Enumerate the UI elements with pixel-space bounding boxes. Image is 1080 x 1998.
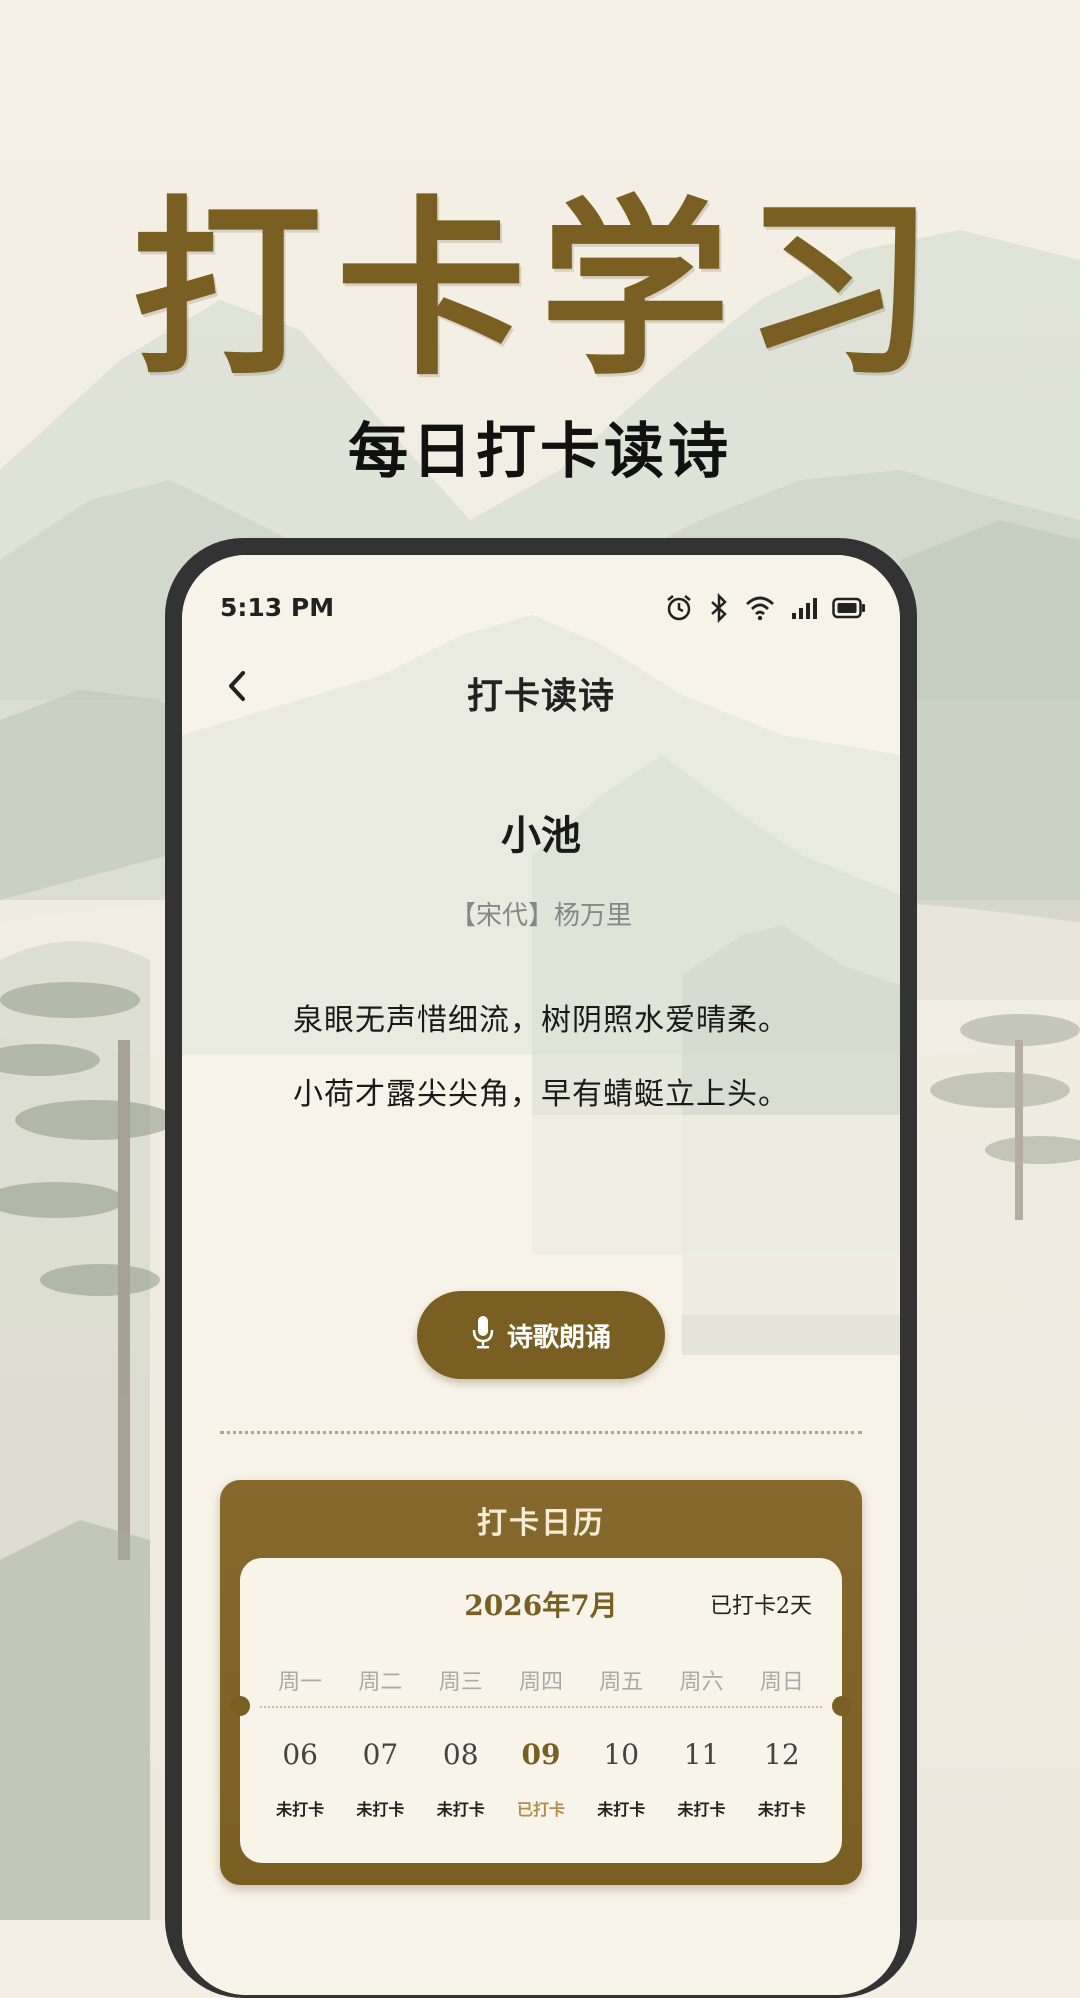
weekday-label: 周五 [599, 1670, 644, 1695]
alarm-icon [664, 593, 694, 627]
calendar-day[interactable]: 07 [340, 1738, 420, 1771]
battery-icon [832, 597, 866, 623]
nav-bar: 打卡读诗 [182, 655, 900, 725]
poem-author: 【宋代】杨万里 [449, 901, 632, 931]
phone-frame: 5:13 PM 打卡读诗 小池 【宋代】杨万里 泉眼无声惜细流，树阴照水爱晴柔。… [165, 538, 917, 1998]
calendar-day-today[interactable]: 09 [501, 1738, 581, 1771]
dotted-divider [220, 1431, 862, 1434]
day-status: 未打卡 [597, 1800, 646, 1819]
wifi-icon [744, 594, 776, 626]
day-status-checked: 已打卡 [516, 1800, 565, 1819]
poem-line: 小荷才露尖尖角，早有蜻蜓立上头。 [293, 1077, 789, 1112]
phone-screen: 5:13 PM 打卡读诗 小池 【宋代】杨万里 泉眼无声惜细流，树阴照水爱晴柔。… [182, 555, 900, 1995]
hero-subtitle: 每日打卡读诗 [348, 417, 732, 487]
status-row: 未打卡 未打卡 未打卡 已打卡 未打卡 未打卡 未打卡 [260, 1796, 822, 1820]
date-row: 06 07 08 09 10 11 12 [260, 1738, 822, 1771]
signal-icon [790, 595, 818, 625]
status-bar: 5:13 PM [182, 592, 900, 633]
weekday-row: 周一 周二 周三 周四 周五 周六 周日 [260, 1664, 822, 1696]
weekday-label: 周一 [278, 1670, 323, 1695]
bluetooth-icon [708, 592, 730, 627]
calendar-day[interactable]: 06 [260, 1738, 340, 1771]
checkin-calendar: 打卡日历 2026年7月 已打卡2天 周一 周二 周三 周四 周五 周六 周日 … [220, 1480, 862, 1885]
weekday-label: 周六 [679, 1670, 724, 1695]
recite-button[interactable]: 诗歌朗诵 [417, 1291, 665, 1379]
calendar-day[interactable]: 10 [581, 1738, 661, 1771]
hero-title: 打卡学习 [131, 178, 948, 401]
day-status: 未打卡 [436, 1800, 485, 1819]
calendar-panel: 2026年7月 已打卡2天 周一 周二 周三 周四 周五 周六 周日 06 07… [230, 1558, 852, 1863]
microphone-icon [471, 1314, 495, 1357]
calendar-separator [260, 1706, 822, 1708]
day-status: 未打卡 [356, 1800, 405, 1819]
poem-line: 泉眼无声惜细流，树阴照水爱晴柔。 [293, 1003, 789, 1038]
poem-title: 小池 [501, 812, 581, 859]
checkin-count: 已打卡2天 [710, 1594, 812, 1619]
calendar-header: 打卡日历 [477, 1506, 605, 1541]
day-status: 未打卡 [677, 1800, 726, 1819]
weekday-label: 周二 [358, 1670, 403, 1695]
weekday-label: 周日 [759, 1670, 804, 1695]
weekday-label: 周四 [518, 1670, 563, 1695]
calendar-day[interactable]: 08 [421, 1738, 501, 1771]
day-status: 未打卡 [276, 1800, 325, 1819]
calendar-day[interactable]: 11 [661, 1738, 741, 1771]
weekday-label: 周三 [438, 1670, 483, 1695]
calendar-day[interactable]: 12 [742, 1738, 822, 1771]
recite-button-label: 诗歌朗诵 [506, 1322, 611, 1353]
status-time: 5:13 PM [220, 593, 335, 622]
ticket-notch [230, 1696, 250, 1716]
day-status: 未打卡 [757, 1800, 806, 1819]
ticket-notch [832, 1696, 852, 1716]
page-title: 打卡读诗 [466, 675, 615, 717]
